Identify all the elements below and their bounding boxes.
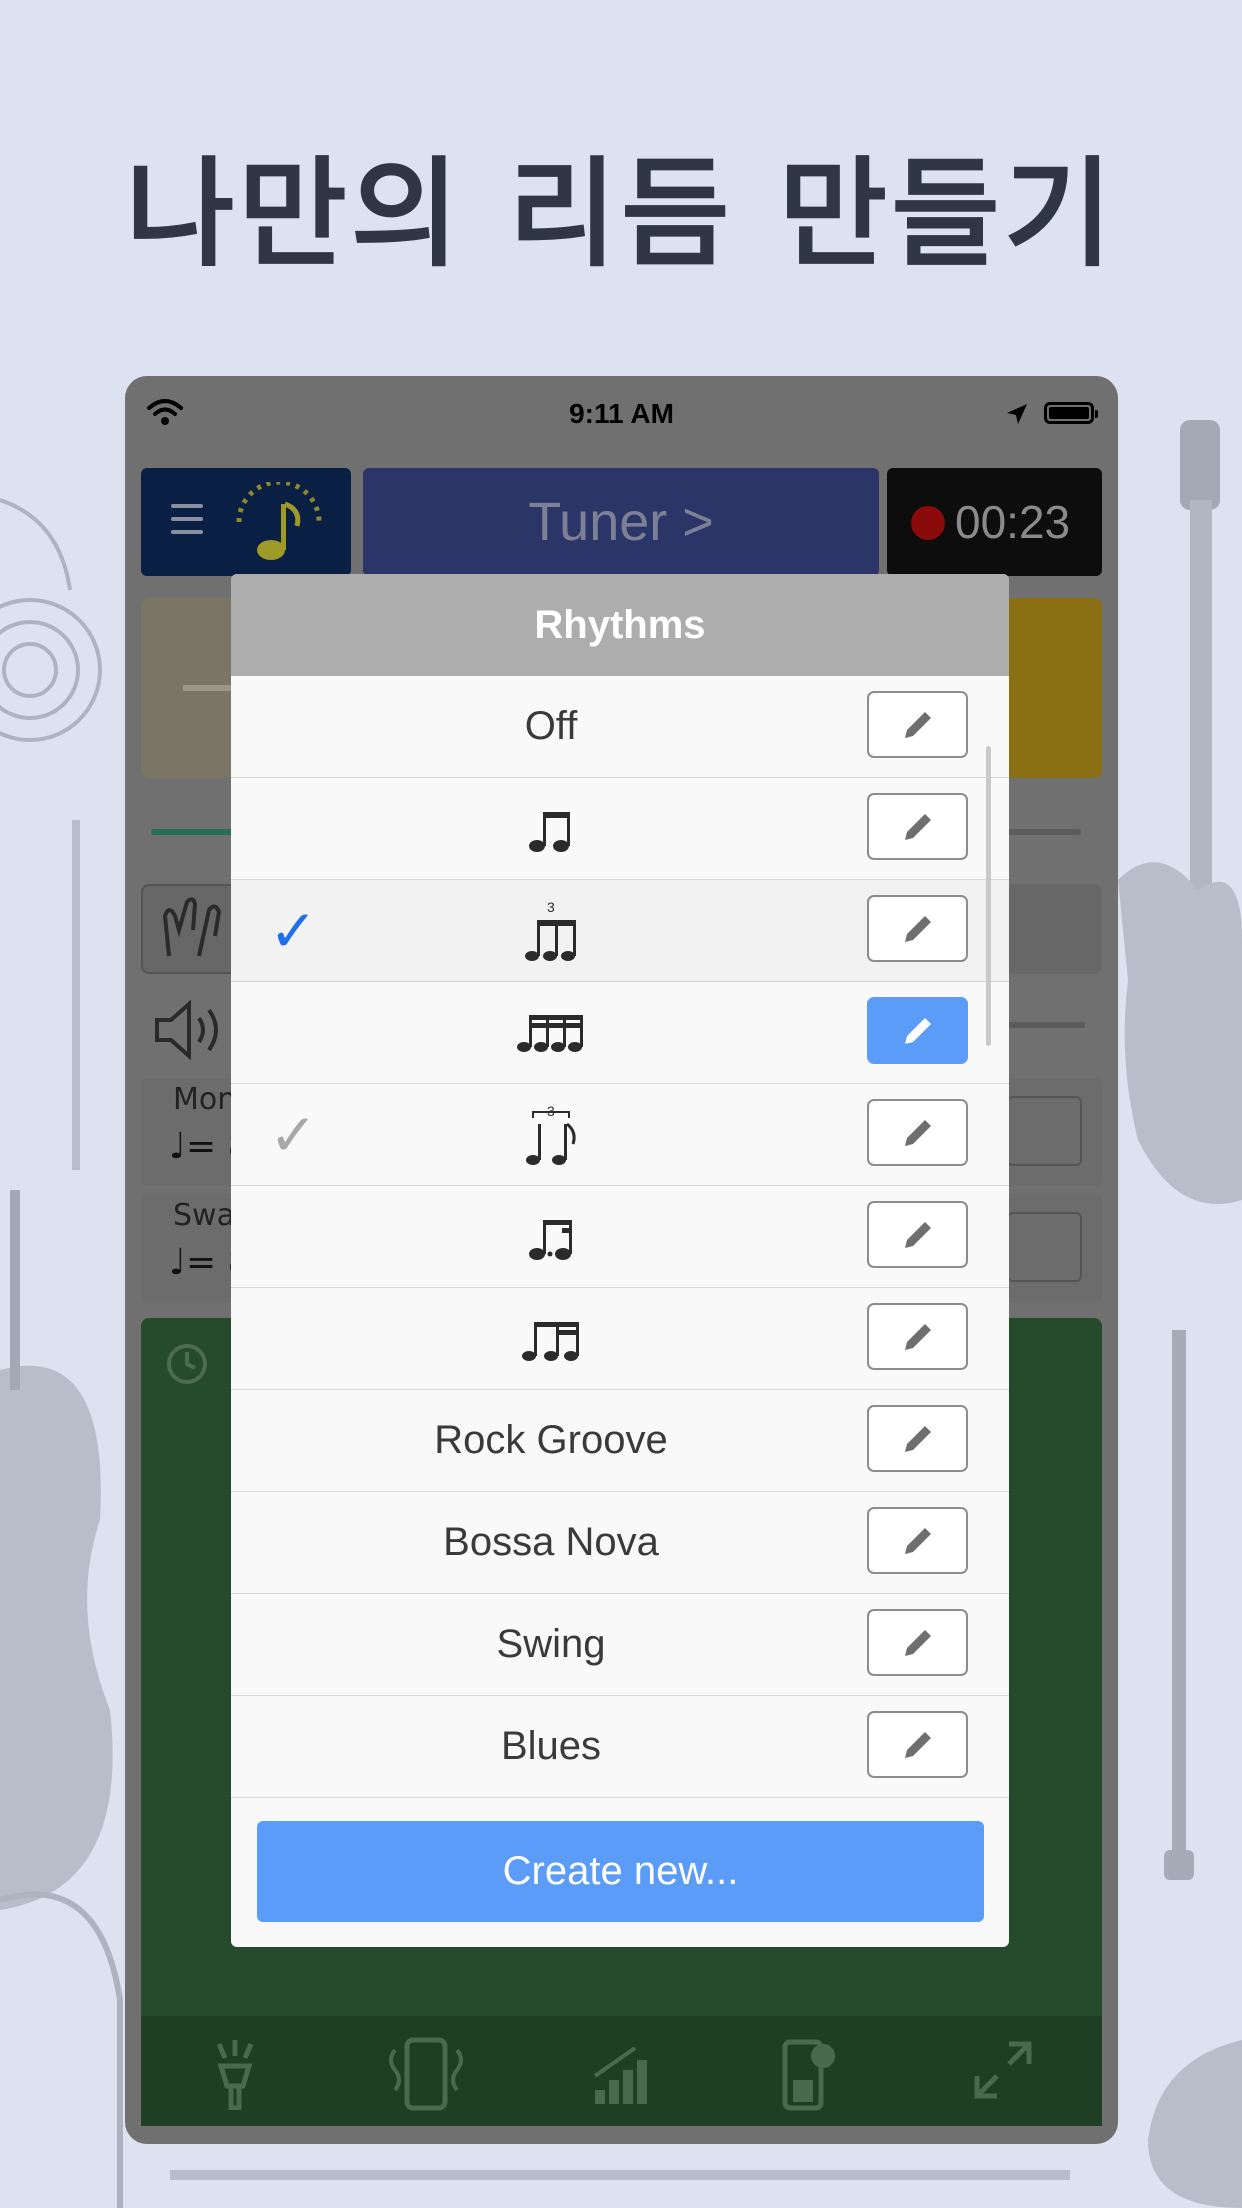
tempo-plus-panel: [1005, 598, 1102, 778]
pencil-icon: [904, 813, 931, 840]
edit-button[interactable]: [867, 1507, 968, 1574]
trumpet-illustration: [170, 2170, 1070, 2180]
edit-button[interactable]: [867, 691, 968, 758]
vibrate-icon: [389, 2037, 463, 2111]
rhythm-row-sixteenths[interactable]: [231, 982, 1009, 1084]
rhythm-row-eighths[interactable]: [231, 778, 1009, 880]
eighth-notes-icon: [351, 778, 751, 879]
record-icon: [911, 505, 945, 540]
edit-button[interactable]: [867, 1405, 968, 1472]
selected-check-icon: ✓: [269, 897, 318, 965]
electric-guitar-illustration: [1118, 420, 1242, 1204]
edit-button[interactable]: [867, 895, 968, 962]
edit-button[interactable]: [867, 1711, 968, 1778]
metronome-note-icon: [236, 482, 322, 560]
create-new-button[interactable]: Create new...: [257, 1821, 984, 1922]
preset-swa-edit: [1007, 1212, 1082, 1282]
pencil-icon: [904, 1017, 931, 1044]
battery-icon: [1044, 402, 1098, 424]
battery-plus-icon: [782, 2039, 835, 2111]
edit-button[interactable]: [867, 1201, 968, 1268]
progress-fill: [151, 829, 241, 835]
sixteenth-notes-icon: [351, 982, 751, 1083]
status-time: 9:11 AM: [569, 398, 674, 429]
list-scrollbar[interactable]: [986, 746, 991, 1046]
french-horn-illustration: [0, 498, 102, 742]
stats-icon: [593, 2046, 647, 2104]
svg-text:3: 3: [547, 899, 555, 915]
harp-illustration: [0, 1891, 123, 2208]
flashlight-icon: [216, 2040, 254, 2110]
speaker-icon: [155, 1000, 218, 1060]
rhythm-label: Off: [524, 704, 578, 748]
location-arrow-icon: [1007, 404, 1027, 424]
rhythm-row-blues[interactable]: Blues: [231, 1696, 1009, 1798]
edit-button[interactable]: [867, 1609, 968, 1676]
rhythm-label: Swing: [496, 1622, 606, 1666]
menu-button[interactable]: [141, 468, 351, 576]
fullscreen-icon: [974, 2041, 1032, 2099]
edit-button[interactable]: [867, 1303, 968, 1370]
rhythm-row-swing-triplet[interactable]: ✓ 3: [231, 1084, 1009, 1186]
rhythm-row-dotted[interactable]: [231, 1186, 1009, 1288]
record-timer-button[interactable]: 00:23: [887, 468, 1102, 576]
preset-mon-label: Mon: [173, 1082, 237, 1117]
rhythm-label: Bossa Nova: [443, 1520, 659, 1564]
rhythm-row-eighth-two-sixteenths[interactable]: [231, 1288, 1009, 1390]
edit-button[interactable]: [867, 1099, 968, 1166]
rhythms-dialog: Rhythms Off ✓ 3 ✓ 3 Rock Groove Bossa No…: [231, 574, 1009, 1947]
oboe-illustration: [1164, 1330, 1194, 1880]
pencil-icon: [904, 1323, 931, 1350]
pencil-icon: [904, 1425, 931, 1452]
preset-swa-label: Swa: [173, 1198, 235, 1233]
rhythm-row-off[interactable]: Off: [231, 676, 1009, 778]
pencil-icon: [904, 1527, 931, 1554]
rhythm-row-triplets[interactable]: ✓ 3: [231, 880, 1009, 982]
svg-text:3: 3: [547, 1103, 555, 1119]
pencil-icon: [904, 711, 931, 738]
flute-illustration: [72, 820, 80, 1170]
dotted-eighth-sixteenth-icon: [351, 1186, 751, 1287]
swing-triplet-icon: 3: [351, 1084, 751, 1185]
clock-icon: [167, 1344, 207, 1384]
status-bar: 9:11 AM: [125, 376, 1118, 456]
pencil-icon: [904, 1221, 931, 1248]
page-headline: 나만의 리듬 만들기: [125, 145, 1117, 283]
secondary-check-icon: ✓: [269, 1101, 318, 1169]
triplet-icon: 3: [351, 880, 751, 981]
pencil-icon: [904, 1731, 931, 1758]
rhythm-label: Rock Groove: [434, 1418, 668, 1462]
edit-button-active[interactable]: [867, 997, 968, 1064]
violin-illustration: [0, 1190, 113, 1910]
volume-track: [1005, 1022, 1085, 1028]
guitar-body-illustration: [1148, 2040, 1242, 2208]
edit-button[interactable]: [867, 793, 968, 860]
record-timer: 00:23: [955, 496, 1071, 548]
rhythm-row-bossa-nova[interactable]: Bossa Nova: [231, 1492, 1009, 1594]
tuner-button[interactable]: Tuner >: [363, 468, 879, 576]
preset-mon-edit: [1007, 1096, 1082, 1166]
eighth-two-sixteenths-icon: [351, 1288, 751, 1389]
hamburger-icon: [171, 504, 203, 543]
pencil-icon: [904, 1119, 931, 1146]
pencil-icon: [904, 1629, 931, 1656]
clapping-hands-icon: [162, 897, 222, 957]
pencil-icon: [904, 915, 931, 942]
rhythm-row-swing[interactable]: Swing: [231, 1594, 1009, 1696]
dialog-title: Rhythms: [231, 574, 1009, 676]
rhythm-label: Blues: [500, 1724, 602, 1768]
rhythm-row-rock-groove[interactable]: Rock Groove: [231, 1390, 1009, 1492]
